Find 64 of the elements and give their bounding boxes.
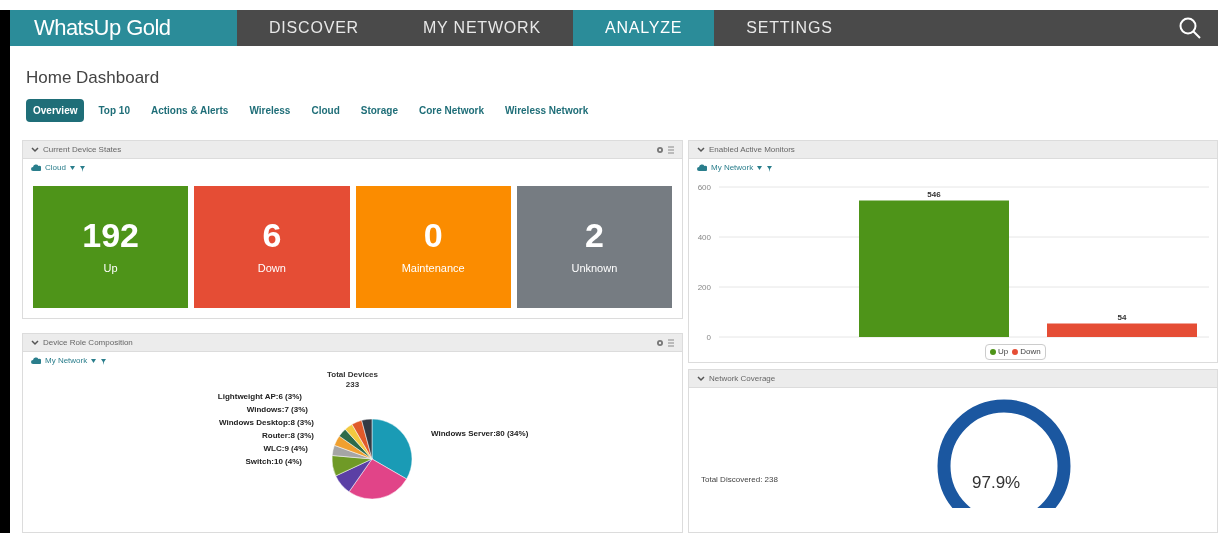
bar-value-label: 54 (1117, 312, 1127, 322)
nav-item[interactable]: SETTINGS (714, 10, 865, 46)
group-dropdown[interactable]: My Network (45, 355, 88, 367)
pie-slice-label: Windows:7 (3%) (246, 405, 308, 415)
total-discovered-text: Total Discovered: 238 (701, 474, 778, 486)
dashboard-tab[interactable]: Wireless (242, 99, 298, 122)
pie-slice-label: Switch:10 (4%) (245, 457, 302, 467)
legend-label: Down (1020, 346, 1041, 358)
panel-title: Current Device States (43, 143, 122, 156)
settings-icon[interactable] (656, 338, 664, 347)
chevron-down-icon[interactable] (697, 375, 705, 382)
group-dropdown[interactable]: My Network (711, 162, 754, 174)
status-count: 2 (584, 217, 604, 252)
status-tile[interactable]: 6 Down (194, 186, 350, 308)
dashboard-tab[interactable]: Actions & Alerts (143, 99, 236, 122)
axis-tick-label: 600 (697, 183, 711, 192)
panel-title: Device Role Composition (43, 336, 133, 349)
coverage-percent: 97.9% (972, 472, 1021, 494)
status-label: Maintenance (401, 260, 465, 276)
dashboard-tab[interactable]: Top 10 (91, 99, 137, 122)
caret-icon[interactable] (91, 359, 97, 363)
panel-title: Network Coverage (709, 372, 776, 385)
page-title: Home Dashboard (26, 66, 161, 89)
status-label: Up (103, 260, 118, 276)
pie-slice-label: WLC:9 (4%) (263, 444, 308, 454)
status-label: Down (257, 260, 286, 276)
logo[interactable]: WhatsUp Gold (10, 10, 237, 46)
chevron-down-icon[interactable] (31, 339, 39, 346)
cloud-icon (31, 164, 41, 172)
status-tile[interactable]: 2 Unknown (516, 186, 672, 308)
dashboard-tab[interactable]: Storage (353, 99, 405, 122)
nav-item[interactable]: MY NETWORK (391, 10, 573, 46)
caret-icon[interactable] (757, 166, 763, 170)
bar-value-label: 546 (927, 189, 941, 199)
legend-label: Up (998, 346, 1009, 358)
group-dropdown[interactable]: Cloud (45, 162, 66, 174)
status-count: 6 (262, 217, 282, 252)
cloud-icon (31, 357, 41, 365)
dashboard-tab[interactable]: Core Network (412, 99, 491, 122)
caret-icon[interactable] (69, 166, 75, 170)
panel-title: Enabled Active Monitors (709, 143, 795, 156)
nav-item[interactable]: DISCOVER (237, 10, 391, 46)
status-tile[interactable]: 192 Up (33, 186, 189, 308)
cloud-icon (697, 164, 707, 172)
search-icon[interactable] (1178, 15, 1202, 40)
total-devices-label: Total Devices (327, 370, 378, 380)
status-label: Unknown (571, 260, 618, 276)
chevron-down-icon[interactable] (697, 146, 705, 153)
axis-tick-label: 200 (697, 283, 711, 292)
dashboard-tab[interactable]: Overview (26, 99, 85, 122)
axis-tick-label: 0 (706, 333, 711, 342)
dashboard-tab[interactable]: Wireless Network (498, 99, 596, 122)
nav-item[interactable]: ANALYZE (572, 10, 715, 46)
pie-slice-label: Windows Server:80 (34%) (431, 428, 529, 440)
pie-slice-label: Lightweight AP:6 (3%) (217, 392, 302, 402)
chevron-down-icon[interactable] (31, 146, 39, 153)
status-count: 0 (423, 217, 443, 252)
pie-slice-label: Windows Desktop:8 (3%) (218, 418, 314, 428)
settings-icon[interactable] (656, 145, 664, 154)
axis-tick-label: 400 (697, 233, 711, 242)
total-devices-count: 233 (345, 380, 360, 390)
pie-slice-label: Router:8 (3%) (262, 431, 314, 441)
status-count: 192 (82, 217, 139, 252)
dashboard-tab[interactable]: Cloud (304, 99, 347, 122)
